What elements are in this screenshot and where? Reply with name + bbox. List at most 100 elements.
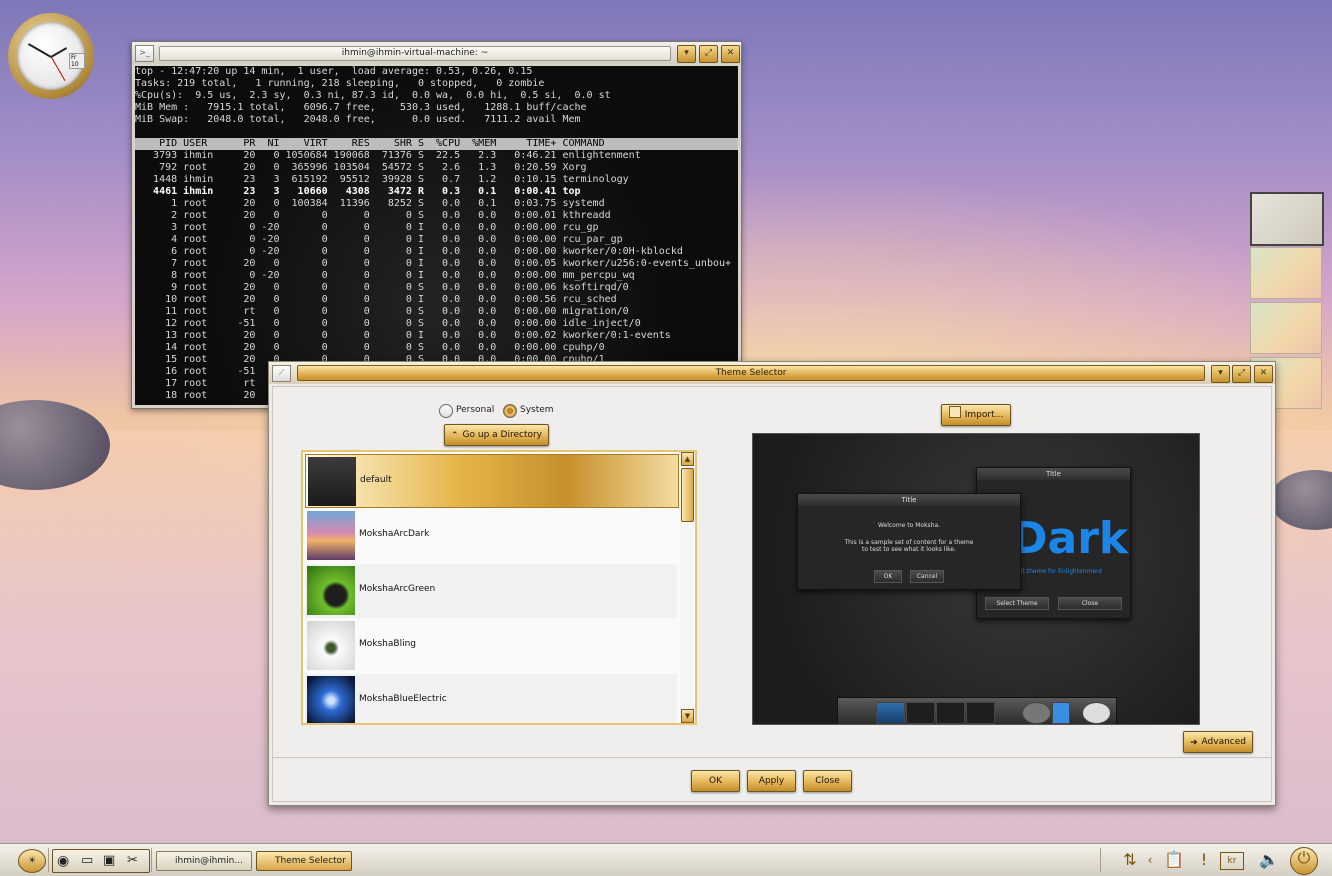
process-row: 9 root 20 0 0 0 0 S 0.0 0.0 0:00.06 ksof…: [135, 282, 629, 293]
theme-list[interactable]: default MokshaArcDark MokshaArcGreen Mok…: [301, 450, 697, 725]
process-row: 12 root -51 0 0 0 0 S 0.0 0.0 0:00.00 id…: [135, 318, 641, 329]
theme-item[interactable]: MokshaBlueElectric: [305, 674, 677, 723]
preview-pager-slot: [876, 702, 905, 724]
top-header: PID USER PR NI VIRT RES SHR S %CPU %MEM …: [135, 138, 738, 150]
pager-desktop-3[interactable]: [1250, 302, 1322, 354]
process-row: 3793 ihmin 20 0 1050684 190068 71376 S 2…: [135, 150, 641, 161]
preview-back-title: Title: [977, 468, 1130, 480]
theme-item[interactable]: MokshaArcGreen: [305, 564, 677, 618]
terminal-app-icon[interactable]: >_: [135, 45, 154, 62]
advanced-button[interactable]: ➜ Advanced: [1183, 731, 1253, 753]
preview-pager-slot: [966, 702, 995, 724]
apply-button[interactable]: Apply: [747, 770, 796, 792]
clock-date: Fr 10: [69, 53, 85, 69]
settings-icon[interactable]: ✂: [127, 850, 138, 872]
file-manager-icon[interactable]: ▭: [81, 850, 93, 872]
process-row: 13 root 20 0 0 0 0 I 0.0 0.0 0:00.02 kwo…: [135, 330, 671, 341]
taskbar-task-terminal[interactable]: ihmin@ihmin...: [156, 851, 252, 871]
terminal-titlebar[interactable]: >_ ihmin@ihmin-virtual-machine: ~ ▾ ⤢ ✕: [132, 42, 741, 64]
process-row: 8 root 0 -20 0 0 0 I 0.0 0.0 0:00.00 mm_…: [135, 270, 635, 281]
scrollbar-thumb[interactable]: [681, 468, 694, 522]
scroll-up-arrow[interactable]: ▲: [681, 452, 694, 466]
preview-select-theme-button: Select Theme: [985, 597, 1049, 610]
taskbar: ☀ ◉ ▭ ▣ ✂ ihmin@ihmin... Theme Selector …: [0, 843, 1332, 876]
minimize-button[interactable]: ▾: [1211, 365, 1230, 383]
scroll-down-arrow[interactable]: ▼: [681, 709, 694, 723]
process-row: 11 root rt 0 0 0 0 S 0.0 0.0 0:00.00 mig…: [135, 306, 629, 317]
separator: [151, 848, 152, 872]
theme-thumbnail: [307, 511, 355, 560]
process-row: 3 root 0 -20 0 0 0 I 0.0 0.0 0:00.00 rcu…: [135, 222, 599, 233]
process-row: 2 root 20 0 0 0 0 S 0.0 0.0 0:00.01 kthr…: [135, 210, 611, 221]
theme-thumbnail: [307, 676, 355, 723]
terminal-title: ihmin@ihmin-virtual-machine: ~: [159, 46, 671, 61]
process-row: 1448 ihmin 23 3 615192 95512 39928 S 0.7…: [135, 174, 629, 185]
theme-selector-window[interactable]: ⟋ Theme Selector ▾ ⤢ ✕ Personal System ⌃…: [268, 361, 1276, 806]
preview-pager-slot: [936, 702, 965, 724]
arrow-right-icon: ➜: [1189, 738, 1198, 748]
radio-system-label[interactable]: System: [520, 405, 554, 415]
radio-system[interactable]: [503, 404, 517, 418]
process-row: 7 root 20 0 0 0 0 I 0.0 0.0 0:00.05 kwor…: [135, 258, 732, 269]
notification-icon[interactable]: !: [1193, 850, 1215, 870]
theme-name: MokshaArcGreen: [359, 584, 436, 594]
preview-shelf: [837, 697, 1117, 724]
theme-item[interactable]: default: [305, 454, 679, 508]
preview-dark-word: Dark: [1011, 513, 1129, 564]
theme-thumbnail: [308, 457, 356, 506]
process-row: 6 root 0 -20 0 0 0 I 0.0 0.0 0:00.00 kwo…: [135, 246, 683, 257]
import-button[interactable]: Import...: [941, 404, 1011, 426]
theme-item[interactable]: MokshaArcDark: [305, 509, 677, 563]
network-arrows-icon[interactable]: ⇅: [1119, 850, 1141, 870]
preview-ok-button: OK: [874, 570, 902, 583]
chevron-left-icon[interactable]: ‹: [1139, 850, 1161, 870]
radio-personal-label[interactable]: Personal: [456, 405, 494, 415]
theme-name: MokshaArcDark: [359, 529, 430, 539]
minimize-button[interactable]: ▾: [677, 45, 696, 63]
preview-welcome: Welcome to Moksha.: [877, 522, 941, 529]
divider: [273, 757, 1271, 758]
advanced-label: Advanced: [1201, 737, 1246, 747]
theme-selector-title: Theme Selector: [297, 365, 1205, 381]
maximize-button[interactable]: ⤢: [699, 45, 718, 63]
terminal-launcher-icon[interactable]: ▣: [103, 850, 115, 872]
up-arrow-icon: ⌃: [450, 431, 459, 441]
go-up-directory-button[interactable]: ⌃ Go up a Directory: [444, 424, 549, 446]
preview-dark-tagline: ult theme for Enlightenment: [1017, 568, 1103, 575]
maximize-button[interactable]: ⤢: [1232, 365, 1251, 383]
close-dialog-button[interactable]: Close: [803, 770, 852, 792]
theme-selector-titlebar[interactable]: ⟋ Theme Selector ▾ ⤢ ✕: [269, 362, 1275, 384]
close-button[interactable]: ✕: [1254, 365, 1273, 383]
keyboard-layout-indicator[interactable]: kr: [1220, 852, 1244, 870]
clock-gadget[interactable]: Fr 10: [8, 13, 94, 99]
theme-app-icon[interactable]: ⟋: [272, 365, 291, 382]
ok-button[interactable]: OK: [691, 770, 740, 792]
clock-second-hand: [50, 56, 66, 81]
clock-hour-hand: [50, 47, 68, 58]
close-button[interactable]: ✕: [721, 45, 740, 63]
volume-icon[interactable]: 🔈: [1258, 850, 1280, 870]
process-row: 14 root 20 0 0 0 0 S 0.0 0.0 0:00.00 cpu…: [135, 342, 605, 353]
browser-icon[interactable]: ◉: [57, 850, 69, 872]
theme-item[interactable]: MokshaBling: [305, 619, 677, 673]
radio-personal[interactable]: [439, 404, 453, 418]
import-label: Import...: [964, 410, 1004, 420]
summary-line: MiB Mem : 7915.1 total, 6096.7 free, 530…: [135, 102, 587, 113]
terminal-window[interactable]: >_ ihmin@ihmin-virtual-machine: ~ ▾ ⤢ ✕ …: [131, 41, 742, 409]
summary-line: %Cpu(s): 9.5 us, 2.3 sy, 0.3 ni, 87.3 id…: [135, 90, 611, 101]
preview-clock-icon: [1082, 702, 1111, 724]
pager-desktop-2[interactable]: [1250, 247, 1322, 299]
import-icon: [948, 406, 961, 418]
clipboard-icon[interactable]: 📋: [1163, 850, 1185, 870]
pager-desktop-1[interactable]: [1250, 192, 1324, 246]
preview-dialog-title: Title: [798, 494, 1020, 506]
theme-list-scrollbar[interactable]: ▲ ▼: [680, 452, 694, 723]
terminal-output[interactable]: top - 12:47:20 up 14 min, 1 user, load a…: [135, 66, 738, 405]
power-icon[interactable]: ⏻: [1290, 847, 1318, 875]
taskbar-task-theme-selector[interactable]: Theme Selector: [256, 851, 352, 871]
separator: [1100, 848, 1101, 872]
preview-sample-text: This is a sample set of content for a th…: [844, 539, 974, 553]
theme-selector-content: Personal System ⌃ Go up a Directory Impor…: [272, 386, 1272, 802]
start-menu-button[interactable]: ☀: [18, 849, 46, 873]
